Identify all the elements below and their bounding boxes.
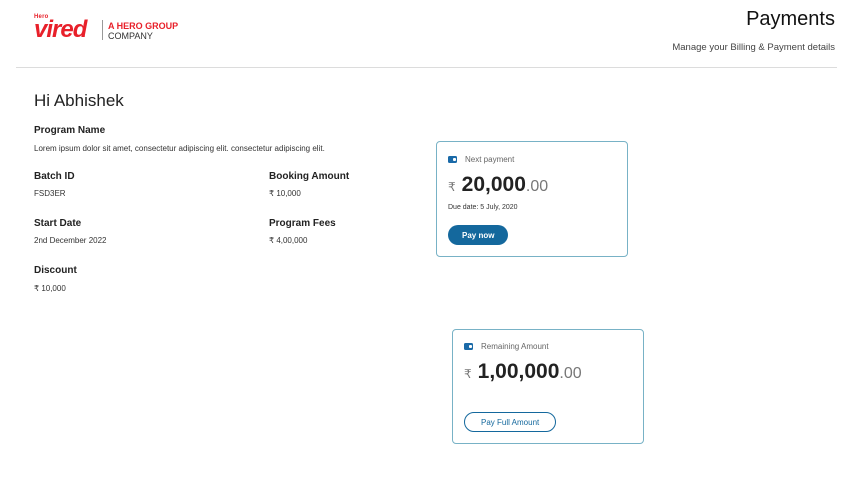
- header-divider: [16, 67, 837, 68]
- next-payment-amount-main: 20,000: [461, 173, 526, 196]
- logo-vired-text: vired: [34, 16, 87, 43]
- remaining-amount-header: Remaining Amount: [464, 342, 549, 351]
- currency-symbol: ₹: [464, 367, 472, 381]
- brand-logo: Hero vired A HERO GROUP COMPANY: [34, 14, 178, 46]
- logo-divider: [102, 20, 103, 40]
- next-payment-due-date: Due date: 5 July, 2020: [448, 204, 518, 211]
- booking-amount-value: ₹ 10,000: [269, 189, 301, 198]
- program-name-label: Program Name: [34, 125, 106, 136]
- greeting: Hi Abhishek: [34, 91, 124, 110]
- next-payment-label: Next payment: [465, 155, 515, 164]
- next-payment-amount: ₹ 20,000 .00: [448, 173, 548, 197]
- pay-full-amount-button[interactable]: Pay Full Amount: [464, 412, 557, 432]
- next-payment-card: Next payment ₹ 20,000 .00 Due date: 5 Ju…: [436, 141, 628, 257]
- wallet-icon: [448, 156, 457, 163]
- program-fees-label: Program Fees: [269, 218, 336, 229]
- logo-tagline: A HERO GROUP COMPANY: [108, 21, 178, 41]
- next-payment-amount-decimals: .00: [525, 178, 549, 195]
- pay-now-button[interactable]: Pay now: [448, 225, 509, 245]
- logo-mark: Hero vired: [34, 14, 98, 46]
- booking-amount-label: Booking Amount: [269, 171, 350, 182]
- program-fees-value: ₹ 4,00,000: [269, 236, 308, 245]
- start-date-value: 2nd December 2022: [34, 236, 107, 245]
- discount-value: ₹ 10,000: [34, 284, 66, 293]
- page-title: Payments: [746, 8, 835, 30]
- start-date-label: Start Date: [34, 218, 82, 229]
- logo-tagline-highlight: A HERO GROUP: [108, 21, 179, 31]
- batch-id-value: FSD3ER: [34, 189, 66, 198]
- discount-label: Discount: [34, 265, 77, 276]
- batch-id-label: Batch ID: [34, 171, 75, 182]
- page-subtitle: Manage your Billing & Payment details: [672, 42, 835, 53]
- remaining-amount-card: Remaining Amount ₹ 1,00,000 .00 Pay Full…: [452, 329, 644, 444]
- currency-symbol: ₹: [448, 180, 456, 194]
- program-name-value: Lorem ipsum dolor sit amet, consectetur …: [34, 144, 325, 153]
- remaining-amount-value: ₹ 1,00,000 .00: [464, 360, 582, 384]
- remaining-amount-decimals: .00: [559, 365, 582, 382]
- wallet-icon: [464, 343, 473, 350]
- next-payment-header: Next payment: [448, 155, 514, 164]
- logo-tagline-rest: COMPANY: [108, 31, 153, 41]
- remaining-amount-main: 1,00,000: [477, 360, 560, 383]
- remaining-amount-label: Remaining Amount: [481, 342, 549, 351]
